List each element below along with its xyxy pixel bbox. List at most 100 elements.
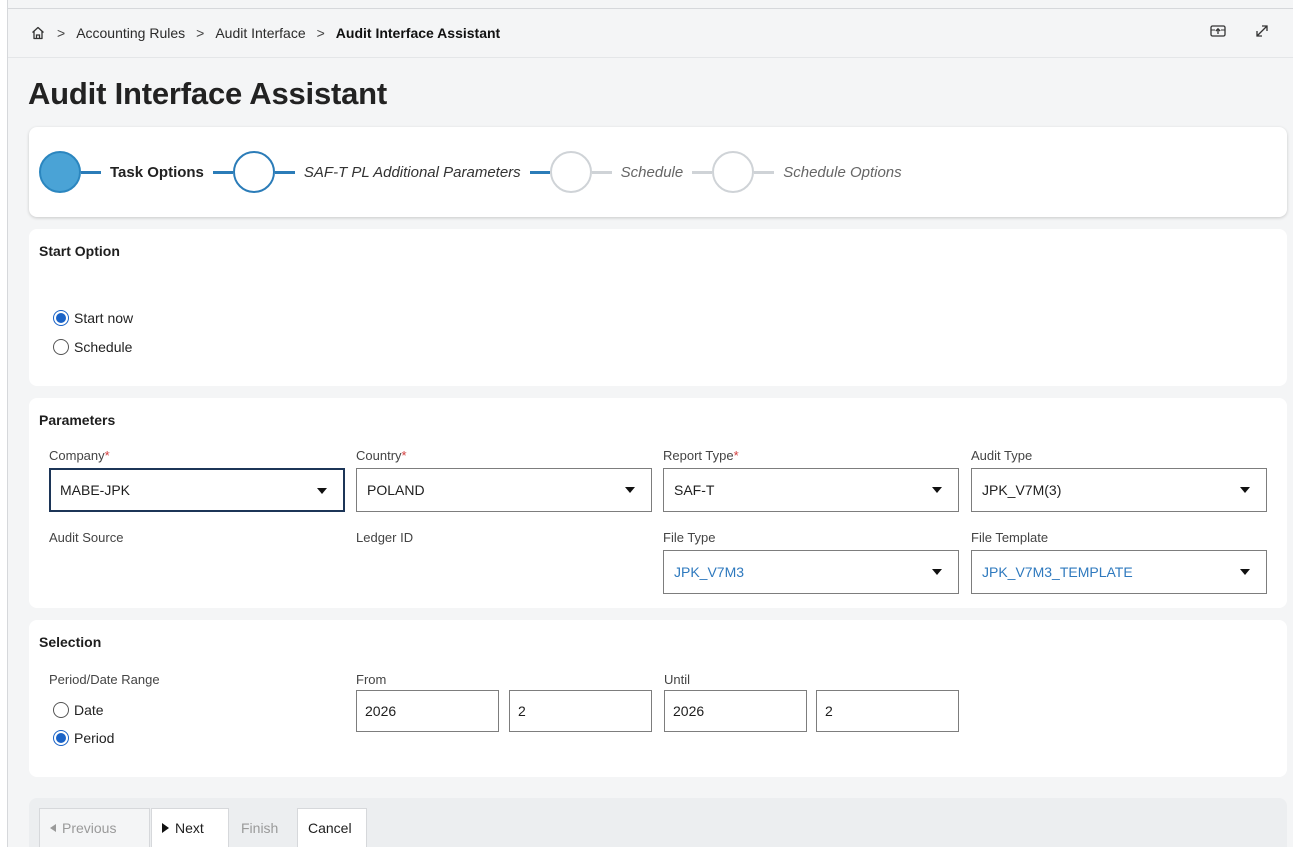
- page-title: Audit Interface Assistant: [28, 76, 388, 111]
- country-select[interactable]: POLAND: [356, 468, 652, 512]
- step-circle-schedule[interactable]: [549, 151, 592, 193]
- step-label-schedule[interactable]: Schedule: [621, 164, 684, 181]
- step-circle-task-options[interactable]: [39, 151, 81, 193]
- top-actions: [1209, 22, 1271, 40]
- caret-down-icon: [1240, 487, 1250, 493]
- finish-button[interactable]: Finish: [231, 808, 297, 847]
- breadcrumb-accounting-rules[interactable]: Accounting Rules: [76, 25, 185, 41]
- step-connector: [212, 170, 233, 174]
- step-circle-saft-parameters[interactable]: [232, 151, 275, 193]
- section-title-selection: Selection: [39, 634, 102, 650]
- chevron-right-icon: >: [196, 25, 205, 41]
- next-arrow-icon: [162, 823, 169, 833]
- step-circle-schedule-options[interactable]: [712, 151, 755, 193]
- radio-label: Start now: [74, 310, 134, 326]
- required-marker: *: [733, 448, 739, 463]
- next-label: Next: [175, 820, 204, 836]
- step-connector: [692, 170, 713, 174]
- radio-date[interactable]: Date: [53, 702, 104, 718]
- until-label: Until: [664, 672, 691, 687]
- window-icon[interactable]: [1209, 22, 1227, 40]
- audit-source-label: Audit Source: [49, 530, 124, 545]
- finish-label: Finish: [241, 819, 279, 836]
- cancel-label: Cancel: [308, 820, 352, 836]
- country-label-text: Country: [356, 448, 402, 463]
- radio-button[interactable]: [53, 702, 69, 718]
- section-title-parameters: Parameters: [39, 412, 116, 428]
- report-type-select[interactable]: SAF-T: [663, 468, 959, 512]
- radio-button[interactable]: [53, 339, 69, 355]
- file-template-select[interactable]: JPK_V7M3_TEMPLATE: [971, 550, 1267, 594]
- caret-down-icon: [1240, 569, 1250, 575]
- until-period-value: 2: [825, 703, 833, 719]
- chevron-right-icon: >: [57, 25, 66, 41]
- file-type-select[interactable]: JPK_V7M3: [663, 550, 959, 594]
- ledger-id-label: Ledger ID: [356, 530, 414, 545]
- company-select[interactable]: MABE-JPK: [49, 468, 345, 512]
- step-label-schedule-options[interactable]: Schedule Options: [783, 164, 901, 181]
- audit-type-label: Audit Type: [971, 448, 1033, 463]
- left-edge-panel: [0, 0, 8, 847]
- report-type-label-text: Report Type: [663, 448, 734, 463]
- company-label-text: Company: [49, 448, 105, 463]
- step-connector: [81, 170, 101, 174]
- cancel-button[interactable]: Cancel: [297, 808, 367, 847]
- company-label: Company*: [49, 448, 110, 463]
- file-type-value[interactable]: JPK_V7M3: [674, 564, 744, 580]
- audit-type-value: JPK_V7M(3): [982, 482, 1062, 498]
- section-title-start-option: Start Option: [39, 243, 120, 259]
- required-marker: *: [104, 448, 110, 463]
- chevron-right-icon: >: [316, 25, 325, 41]
- breadcrumb-audit-interface[interactable]: Audit Interface: [215, 25, 305, 41]
- step-connector: [754, 170, 775, 174]
- wizard-stepper: Task Options SAF-T PL Additional Paramet…: [29, 127, 1287, 217]
- radio-button-checked[interactable]: [53, 310, 69, 326]
- step-connector: [591, 170, 612, 174]
- company-value: MABE-JPK: [60, 482, 131, 498]
- previous-arrow-icon: [50, 824, 56, 832]
- step-label-saft-parameters[interactable]: SAF-T PL Additional Parameters: [304, 164, 521, 181]
- previous-button[interactable]: Previous: [39, 808, 150, 847]
- country-value: POLAND: [367, 482, 425, 498]
- radio-label: Schedule: [74, 339, 133, 355]
- report-type-label: Report Type*: [663, 448, 739, 463]
- caret-down-icon: [932, 487, 942, 493]
- country-label: Country*: [356, 448, 407, 463]
- expand-icon[interactable]: [1253, 22, 1271, 40]
- file-type-label: File Type: [663, 530, 716, 545]
- until-year-value: 2026: [673, 703, 705, 719]
- selection-section: Selection Period/Date Range Date Period …: [29, 620, 1287, 777]
- caret-down-icon: [317, 488, 327, 494]
- from-period-value: 2: [518, 703, 526, 719]
- step-connector: [529, 170, 550, 174]
- radio-schedule[interactable]: Schedule: [53, 339, 132, 355]
- previous-label: Previous: [62, 820, 117, 836]
- until-year-input[interactable]: 2026: [664, 690, 807, 732]
- radio-start-now[interactable]: Start now: [53, 310, 133, 326]
- report-type-value: SAF-T: [674, 482, 715, 498]
- start-option-section: Start Option Start now Schedule: [29, 229, 1287, 386]
- from-year-value: 2026: [365, 703, 397, 719]
- breadcrumb-current: Audit Interface Assistant: [335, 25, 501, 41]
- from-period-input[interactable]: 2: [509, 690, 652, 732]
- from-label: From: [356, 672, 387, 687]
- caret-down-icon: [625, 487, 635, 493]
- wizard-footer: Previous Next Finish Cancel: [29, 798, 1287, 847]
- file-template-label: File Template: [971, 530, 1049, 545]
- caret-down-icon: [932, 569, 942, 575]
- until-period-input[interactable]: 2: [816, 690, 959, 732]
- from-year-input[interactable]: 2026: [356, 690, 499, 732]
- parameters-section: Parameters Company* MABE-JPK Country* PO…: [29, 398, 1287, 608]
- breadcrumb: > Accounting Rules > Audit Interface > A…: [8, 8, 1293, 58]
- step-label-task-options[interactable]: Task Options: [110, 164, 204, 181]
- audit-type-select[interactable]: JPK_V7M(3): [971, 468, 1267, 512]
- home-icon[interactable]: [30, 25, 46, 41]
- radio-period[interactable]: Period: [53, 730, 114, 746]
- required-marker: *: [401, 448, 407, 463]
- radio-label: Period: [74, 730, 115, 746]
- radio-label: Date: [74, 702, 104, 718]
- period-date-range-label: Period/Date Range: [49, 672, 160, 687]
- file-template-value[interactable]: JPK_V7M3_TEMPLATE: [982, 564, 1133, 580]
- next-button[interactable]: Next: [151, 808, 229, 847]
- radio-button-checked[interactable]: [53, 730, 69, 746]
